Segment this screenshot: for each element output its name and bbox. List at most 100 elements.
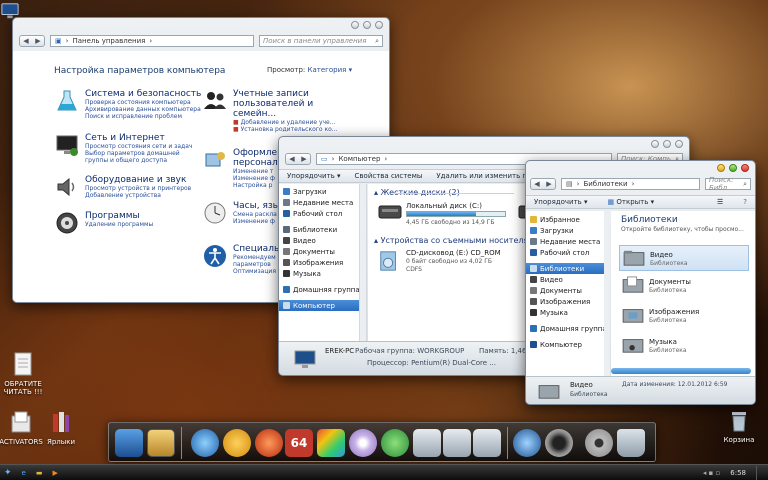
category-link[interactable]: группы и общего доступа bbox=[85, 157, 192, 164]
category-system-security[interactable]: Система и безопасность Проверка состояни… bbox=[55, 89, 201, 120]
drive-cd[interactable]: CD-дисковод (E:) CD_ROM 0 байт свободно … bbox=[378, 248, 518, 282]
close-button[interactable] bbox=[741, 164, 749, 172]
dock-cube-icon[interactable] bbox=[317, 429, 345, 457]
library-item-documents[interactable]: Документы Библиотека bbox=[619, 273, 749, 299]
nav-item-favorites[interactable]: Избранное bbox=[526, 214, 609, 225]
category-appearance[interactable]: Оформле персонал Изменение т Изменение ф… bbox=[203, 148, 279, 189]
open-button[interactable]: ▦ Открыть ▾ bbox=[608, 198, 655, 206]
category-link[interactable]: Проверка состояния компьютера bbox=[85, 99, 201, 106]
nav-item-video[interactable]: Видео bbox=[526, 274, 609, 285]
back-forward-buttons[interactable]: ◀ ▶ bbox=[19, 35, 45, 47]
help-icon[interactable]: ? bbox=[743, 198, 747, 206]
nav-item-computer[interactable]: Компьютер bbox=[279, 300, 366, 311]
clock[interactable]: 6:58 bbox=[730, 469, 746, 477]
category-link[interactable]: ■ Добавление и удаление уче... bbox=[233, 119, 343, 126]
address-bar[interactable]: ▣ › Панель управления › bbox=[50, 35, 254, 47]
desktop-icon-readme[interactable]: ОБРАТИТЕ ЧИТАТЬ !!! bbox=[0, 352, 48, 396]
category-title[interactable]: Система и безопасность bbox=[85, 89, 201, 99]
category-title[interactable]: Оборудование и звук bbox=[85, 175, 191, 185]
search-input[interactable]: Поиск: Библ ⌕ bbox=[705, 176, 751, 192]
system-properties-button[interactable]: Свойства системы bbox=[355, 172, 423, 180]
view-value[interactable]: Категория bbox=[308, 66, 347, 74]
media-player-icon[interactable]: ▶ bbox=[52, 469, 57, 477]
dock-burning-icon[interactable] bbox=[255, 429, 283, 457]
section-header-removable[interactable]: ▴ Устройства со съемными носителями ( bbox=[374, 236, 545, 245]
category-link[interactable]: Настройка р bbox=[233, 182, 279, 189]
libraries-window[interactable]: ◀ ▶ ▤ › Библиотеки › Поиск: Библ ⌕ Упоряд… bbox=[525, 160, 756, 405]
library-item-pictures[interactable]: Изображения Библиотека bbox=[619, 303, 749, 329]
nav-item-recent[interactable]: Недавние места bbox=[526, 236, 609, 247]
category-link[interactable]: Изменение т bbox=[233, 168, 279, 175]
category-link[interactable]: Удаление программы bbox=[85, 221, 153, 228]
view-selector[interactable]: Просмотр: Категория ▾ bbox=[267, 66, 352, 74]
maximize-button[interactable] bbox=[363, 21, 371, 29]
dock-download-icon[interactable] bbox=[381, 429, 409, 457]
category-title[interactable]: Программы bbox=[85, 211, 153, 221]
start-button-icon[interactable]: ✦ bbox=[4, 468, 12, 478]
forward-arrow-icon[interactable]: ▶ bbox=[301, 155, 306, 163]
nav-item-downloads[interactable]: Загрузки bbox=[279, 186, 366, 197]
show-desktop-button[interactable] bbox=[756, 465, 764, 480]
library-item-music[interactable]: Музыка Библиотека bbox=[619, 333, 749, 359]
desktop-icon-recycle-bin[interactable]: Корзина bbox=[714, 408, 764, 444]
minimize-button[interactable] bbox=[351, 21, 359, 29]
dock-speaker-icon[interactable] bbox=[545, 429, 573, 457]
back-arrow-icon[interactable]: ◀ bbox=[23, 37, 28, 45]
category-link[interactable]: ■ Установка родительского ко... bbox=[233, 126, 343, 133]
nav-item-documents[interactable]: Документы bbox=[526, 285, 609, 296]
dock-trash-icon[interactable] bbox=[617, 429, 645, 457]
category-link[interactable]: Архивирование данных компьютера bbox=[85, 106, 201, 113]
dock-camera-folder-icon[interactable] bbox=[443, 429, 471, 457]
category-link[interactable]: Изменение ф bbox=[233, 218, 280, 225]
nav-item-libraries[interactable]: Библиотеки bbox=[279, 224, 366, 235]
dock-control-panel-icon[interactable] bbox=[147, 429, 175, 457]
dock-pictures-folder-icon[interactable] bbox=[473, 429, 501, 457]
view-options-icon[interactable]: ☰ bbox=[717, 198, 723, 206]
minimize-button[interactable] bbox=[717, 164, 725, 172]
back-forward-buttons[interactable]: ◀ ▶ bbox=[530, 178, 556, 190]
nav-item-music[interactable]: Музыка bbox=[526, 307, 609, 318]
forward-arrow-icon[interactable]: ▶ bbox=[546, 180, 551, 188]
category-link[interactable]: Просмотр состояния сети и задач bbox=[85, 143, 192, 150]
nav-item-music[interactable]: Музыка bbox=[279, 268, 366, 279]
dock-dvd-icon[interactable] bbox=[349, 429, 377, 457]
maximize-button[interactable] bbox=[663, 140, 671, 148]
category-user-accounts[interactable]: Учетные записи пользователей и семейн...… bbox=[203, 89, 343, 133]
nav-item-computer[interactable]: Компьютер bbox=[526, 339, 609, 350]
category-link[interactable]: Поиск и исправление проблем bbox=[85, 113, 201, 120]
ie-icon[interactable]: e bbox=[22, 469, 26, 477]
nav-item-homegroup[interactable]: Домашняя группа bbox=[526, 323, 609, 334]
nav-item-pictures[interactable]: Изображения bbox=[279, 257, 366, 268]
back-forward-buttons[interactable]: ◀ ▶ bbox=[285, 153, 311, 165]
forward-arrow-icon[interactable]: ▶ bbox=[35, 37, 40, 45]
category-programs[interactable]: Программы Удаление программы bbox=[55, 211, 153, 235]
nav-item-desktop[interactable]: Рабочий стол bbox=[279, 208, 366, 219]
organize-button[interactable]: Упорядочить ▾ bbox=[534, 198, 588, 206]
explorer-icon[interactable]: ▬ bbox=[36, 469, 43, 477]
search-input[interactable]: Поиск в панели управления ⌕ bbox=[259, 35, 383, 47]
organize-button[interactable]: Упорядочить ▾ bbox=[287, 172, 341, 180]
nav-scrollbar[interactable] bbox=[604, 211, 610, 377]
nav-item-video[interactable]: Видео bbox=[279, 235, 366, 246]
category-title[interactable]: Оформле персонал bbox=[233, 148, 279, 168]
dock-aimp-icon[interactable] bbox=[223, 429, 251, 457]
drive-c[interactable]: Локальный диск (C:) 4,45 ГБ свободно из … bbox=[378, 200, 513, 230]
maximize-button[interactable] bbox=[729, 164, 737, 172]
nav-item-pictures[interactable]: Изображения bbox=[526, 296, 609, 307]
category-hardware-sound[interactable]: Оборудование и звук Просмотр устройств и… bbox=[55, 175, 191, 199]
minimize-button[interactable] bbox=[651, 140, 659, 148]
category-link[interactable]: Выбор параметров домашней bbox=[85, 150, 192, 157]
nav-item-desktop[interactable]: Рабочий стол bbox=[526, 247, 609, 258]
nav-item-homegroup[interactable]: Домашняя группа bbox=[279, 284, 366, 295]
dock-computer-icon[interactable] bbox=[115, 429, 143, 457]
content-scrollbar[interactable] bbox=[611, 368, 751, 374]
close-button[interactable] bbox=[675, 140, 683, 148]
category-link[interactable]: Просмотр устройств и принтеров bbox=[85, 185, 191, 192]
category-title[interactable]: Сеть и Интернет bbox=[85, 133, 192, 143]
desktop-icon-shortcuts[interactable]: Ярлыки bbox=[36, 410, 86, 446]
dock-settings-gear-icon[interactable] bbox=[585, 429, 613, 457]
category-title[interactable]: Учетные записи пользователей и семейн... bbox=[233, 89, 343, 119]
dock-aida64-icon[interactable]: 64 bbox=[285, 429, 313, 457]
address-bar[interactable]: ▤ › Библиотеки › bbox=[561, 178, 700, 190]
category-clock-language[interactable]: Часы, язы Смена раскла Изменение ф bbox=[203, 201, 280, 225]
